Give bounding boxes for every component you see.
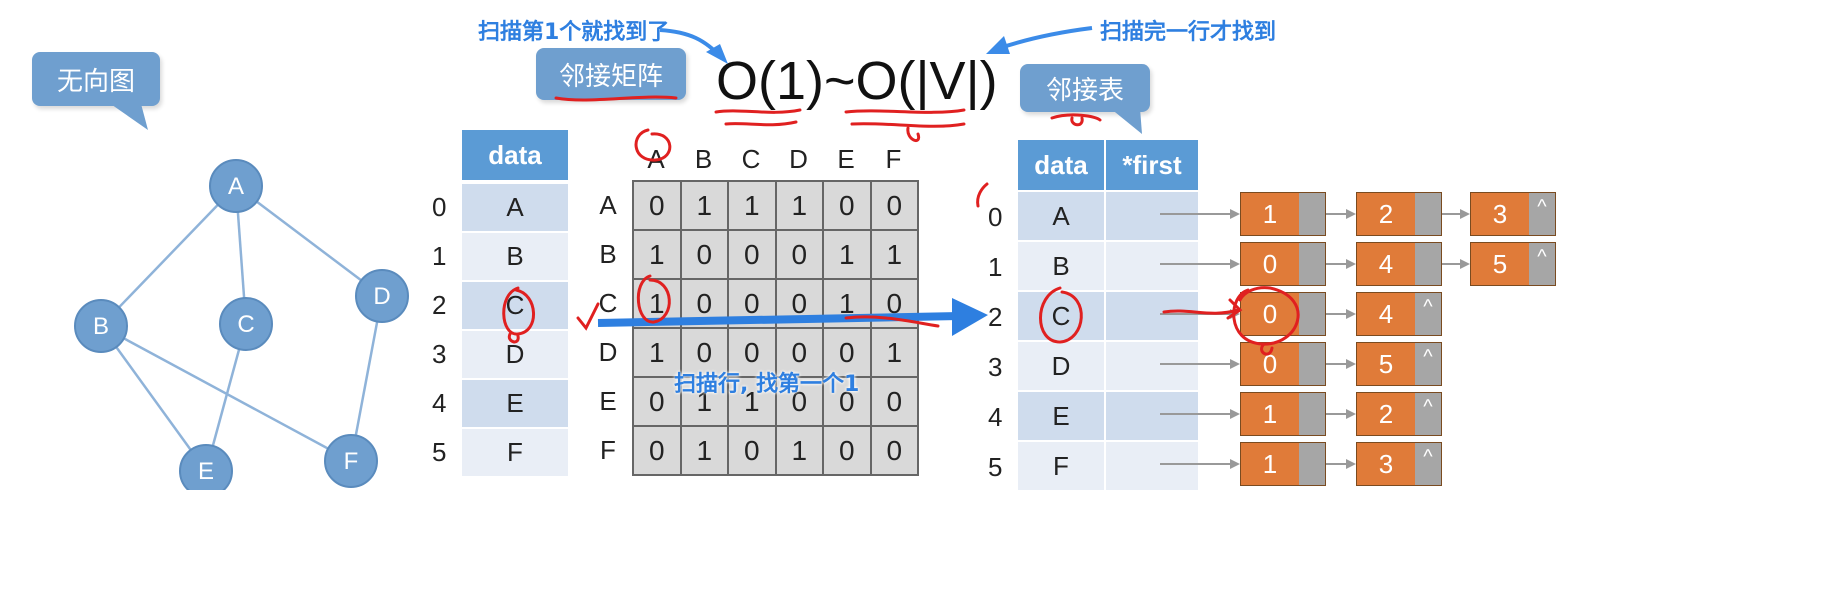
annotation-overlay [502,26,1300,356]
note-scan-row: 扫描行, 找第一个1 [674,372,860,397]
